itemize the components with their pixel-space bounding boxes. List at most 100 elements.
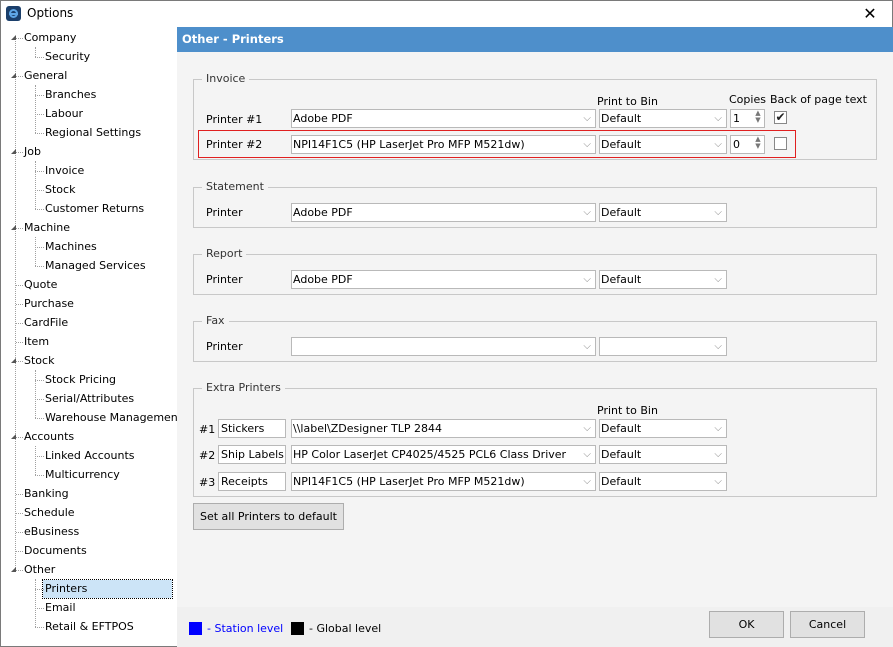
selected-value: \\label\ZDesigner TLP 2844 [293, 422, 442, 435]
extra-1-name-field[interactable]: Stickers [218, 419, 286, 438]
sidebar-item-item[interactable]: Item [24, 333, 49, 351]
chevron-down-icon: ⌵ [583, 423, 591, 434]
sidebar-item-company[interactable]: Company [24, 29, 76, 47]
sidebar-item-ebusiness[interactable]: eBusiness [24, 523, 79, 541]
sidebar-item-serial-attributes[interactable]: Serial/Attributes [45, 390, 134, 408]
sidebar-item-documents[interactable]: Documents [24, 542, 87, 560]
report-printer-select[interactable]: Adobe PDF ⌵ [291, 270, 596, 289]
sidebar-item-linked-accounts[interactable]: Linked Accounts [45, 447, 135, 465]
set-all-printers-default-button[interactable]: Set all Printers to default [193, 503, 344, 530]
sidebar-item-security[interactable]: Security [45, 48, 90, 66]
extra-3-number: #3 [199, 476, 216, 489]
page-title: Other - Printers [177, 27, 893, 52]
chevron-down-icon: ⌵ [714, 113, 722, 124]
extra-print-to-bin-header: Print to Bin [597, 404, 658, 417]
tree-line [35, 399, 44, 400]
extra-2-printer-select[interactable]: HP Color LaserJet CP4025/4525 PCL6 Class… [291, 445, 596, 464]
selected-value: Default [601, 273, 642, 286]
tree-line [16, 551, 23, 552]
sidebar-item-job[interactable]: Job [24, 143, 41, 161]
close-button[interactable]: ✕ [858, 4, 882, 24]
cancel-button[interactable]: Cancel [790, 611, 865, 638]
sidebar-item-machine[interactable]: Machine [24, 219, 70, 237]
global-level-label: - Global level [309, 622, 382, 635]
selected-value: Default [601, 422, 642, 435]
chevron-down-icon: ⌵ [583, 274, 591, 285]
extra-3-bin-select[interactable]: Default ⌵ [599, 472, 727, 491]
expand-triangle-icon[interactable] [11, 35, 16, 40]
print-to-bin-header: Print to Bin [597, 95, 658, 108]
expand-triangle-icon[interactable] [11, 149, 16, 154]
tree-line [35, 85, 36, 133]
back-of-page-2-checkbox[interactable] [774, 137, 787, 150]
sidebar-item-printers[interactable]: Printers [42, 579, 173, 599]
sidebar-item-labour[interactable]: Labour [45, 105, 83, 123]
tree-line [16, 76, 23, 77]
sidebar-item-quote[interactable]: Quote [24, 276, 57, 294]
invoice-copies-2-stepper[interactable]: 0 ▲ ▼ [730, 135, 765, 154]
spin-arrows-icon[interactable]: ▲ ▼ [754, 110, 762, 124]
sidebar-item-invoice[interactable]: Invoice [45, 162, 84, 180]
statement-printer-select[interactable]: Adobe PDF ⌵ [291, 203, 596, 222]
fax-group-title: Fax [202, 314, 229, 327]
sidebar-item-cardfile[interactable]: CardFile [24, 314, 68, 332]
statement-printer-label: Printer [206, 206, 243, 219]
sidebar-item-stock[interactable]: Stock [24, 352, 54, 370]
sidebar-item-purchase[interactable]: Purchase [24, 295, 74, 313]
checkmark-icon: ✔ [775, 110, 786, 124]
sidebar-item-banking[interactable]: Banking [24, 485, 69, 503]
sidebar-item-regional-settings[interactable]: Regional Settings [45, 124, 141, 142]
ok-button[interactable]: OK [709, 611, 784, 638]
expand-triangle-icon[interactable] [11, 434, 16, 439]
sidebar-item-email[interactable]: Email [45, 599, 76, 617]
report-bin-select[interactable]: Default ⌵ [599, 270, 727, 289]
sidebar-item-other[interactable]: Other [24, 561, 55, 579]
tree-line [16, 342, 23, 343]
sidebar-item-accounts[interactable]: Accounts [24, 428, 74, 446]
tree-line [16, 532, 23, 533]
extra-3-printer-select[interactable]: NPI14F1C5 (HP LaserJet Pro MFP M521dw) ⌵ [291, 472, 596, 491]
sidebar-item-customer-returns[interactable]: Customer Returns [45, 200, 144, 218]
fax-printer-select[interactable]: ⌵ [291, 337, 596, 356]
back-of-page-1-checkbox[interactable]: ✔ [774, 111, 787, 124]
field-value: Ship Labels [221, 448, 284, 461]
expand-triangle-icon[interactable] [11, 567, 16, 572]
sidebar-item-general[interactable]: General [24, 67, 67, 85]
invoice-group-title: Invoice [202, 72, 250, 85]
extra-3-name-field[interactable]: Receipts [218, 472, 286, 491]
invoice-group: Invoice Print to Bin Copies Back of page… [193, 72, 877, 160]
sidebar-item-schedule[interactable]: Schedule [24, 504, 75, 522]
spin-arrows-icon[interactable]: ▲ ▼ [754, 136, 762, 150]
sidebar-item-machines[interactable]: Machines [45, 238, 97, 256]
tree-line [35, 370, 36, 418]
statement-group: Statement Printer Adobe PDF ⌵ Default ⌵ [193, 180, 877, 228]
invoice-bin-2-select[interactable]: Default ⌵ [599, 135, 727, 154]
sidebar-item-retail-eftpos[interactable]: Retail & EFTPOS [45, 618, 134, 636]
fax-bin-select[interactable]: ⌵ [599, 337, 727, 356]
field-value: Receipts [221, 475, 268, 488]
expand-triangle-icon[interactable] [11, 73, 16, 78]
chevron-down-icon: ⌵ [583, 449, 591, 460]
sidebar-item-warehouse-management[interactable]: Warehouse Management [45, 409, 177, 427]
sidebar-item-multicurrency[interactable]: Multicurrency [45, 466, 120, 484]
invoice-printer-1-select[interactable]: Adobe PDF ⌵ [291, 109, 596, 128]
expand-triangle-icon[interactable] [11, 225, 16, 230]
sidebar-item-stock[interactable]: Stock [45, 181, 75, 199]
printer-1-label: Printer #1 [206, 113, 263, 126]
sidebar-item-stock-pricing[interactable]: Stock Pricing [45, 371, 116, 389]
chevron-down-icon: ⌵ [714, 139, 722, 150]
statement-bin-select[interactable]: Default ⌵ [599, 203, 727, 222]
extra-2-bin-select[interactable]: Default ⌵ [599, 445, 727, 464]
extra-1-printer-select[interactable]: \\label\ZDesigner TLP 2844 ⌵ [291, 419, 596, 438]
expand-triangle-icon[interactable] [11, 358, 16, 363]
back-of-page-header: Back of page text [770, 93, 867, 106]
invoice-printer-2-select[interactable]: NPI14F1C5 (HP LaserJet Pro MFP M521dw) ⌵ [291, 135, 596, 154]
extra-2-name-field[interactable]: Ship Labels [218, 445, 286, 464]
invoice-copies-1-stepper[interactable]: 1 ▲ ▼ [730, 109, 765, 128]
extra-1-bin-select[interactable]: Default ⌵ [599, 419, 727, 438]
invoice-bin-1-select[interactable]: Default ⌵ [599, 109, 727, 128]
tree-line [35, 47, 36, 57]
chevron-down-icon: ⌵ [583, 113, 591, 124]
sidebar-item-branches[interactable]: Branches [45, 86, 96, 104]
sidebar-item-managed-services[interactable]: Managed Services [45, 257, 146, 275]
